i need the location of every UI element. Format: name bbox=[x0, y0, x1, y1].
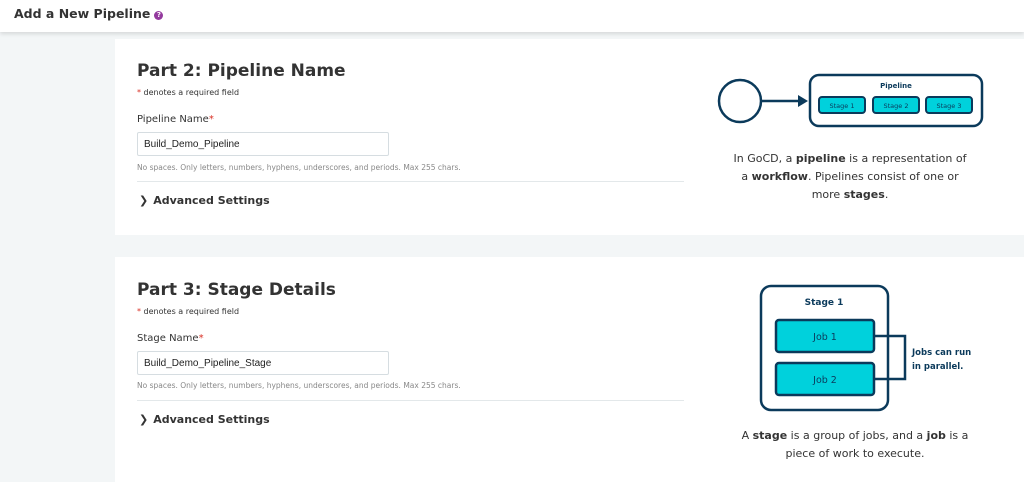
side-note-line1: Jobs can run bbox=[911, 348, 971, 358]
desc-bold: job bbox=[926, 429, 946, 442]
section-title: Part 3: Stage Details bbox=[137, 280, 336, 300]
stage-box-label: Stage 1 bbox=[830, 102, 855, 110]
stage-box-label: Stage 1 bbox=[805, 298, 844, 308]
side-note-line2: in parallel. bbox=[912, 362, 963, 372]
desc-text: In GoCD, a bbox=[733, 152, 796, 165]
advanced-settings-toggle[interactable]: ❯ Advanced Settings bbox=[139, 194, 270, 207]
desc-bold: workflow bbox=[751, 170, 808, 183]
stage-details-section: Part 3: Stage Details * denotes a requir… bbox=[115, 257, 1024, 482]
required-note: * denotes a required field bbox=[137, 307, 239, 316]
desc-bold: stages bbox=[843, 188, 885, 201]
required-star: * bbox=[198, 333, 204, 344]
section-title: Part 2: Pipeline Name bbox=[137, 61, 346, 81]
material-circle-icon bbox=[717, 78, 763, 124]
chevron-right-icon: ❯ bbox=[139, 413, 149, 426]
required-star: * bbox=[137, 88, 141, 97]
stage-description: A stage is a group of jobs, and a job is… bbox=[735, 427, 975, 463]
desc-text: A bbox=[741, 429, 753, 442]
pipeline-name-label: Pipeline Name* bbox=[137, 114, 214, 125]
pipeline-name-input[interactable] bbox=[137, 132, 389, 156]
job-box-label: Job 2 bbox=[812, 375, 837, 386]
stage-box-label: Stage 2 bbox=[884, 102, 909, 110]
advanced-settings-label: Advanced Settings bbox=[153, 194, 270, 207]
page-title: Add a New Pipeline? bbox=[14, 6, 164, 21]
required-note: * denotes a required field bbox=[137, 88, 239, 97]
divider bbox=[137, 400, 684, 401]
required-note-text: denotes a required field bbox=[143, 307, 240, 316]
required-note-text: denotes a required field bbox=[143, 88, 240, 97]
stage-name-label: Stage Name* bbox=[137, 333, 204, 344]
required-star: * bbox=[137, 307, 141, 316]
help-icon[interactable]: ? bbox=[154, 11, 164, 20]
advanced-settings-toggle[interactable]: ❯ Advanced Settings bbox=[139, 413, 270, 426]
pipeline-box-label: Pipeline bbox=[880, 82, 912, 90]
stage-name-input[interactable] bbox=[137, 351, 389, 375]
arrow-head-icon bbox=[798, 95, 808, 107]
stage-name-help: No spaces. Only letters, numbers, hyphen… bbox=[137, 381, 461, 390]
stage-box-label: Stage 3 bbox=[937, 102, 962, 110]
pipeline-name-help: No spaces. Only letters, numbers, hyphen… bbox=[137, 163, 461, 172]
desc-bold: stage bbox=[752, 429, 788, 442]
stage-diagram: Stage 1 Job 1 Job 2 Jobs can run in para… bbox=[759, 284, 971, 412]
page-header: Add a New Pipeline? bbox=[0, 0, 1024, 32]
pipeline-diagram: Pipeline Stage 1 Stage 2 Stage 3 bbox=[717, 73, 984, 128]
pipeline-name-section: Part 2: Pipeline Name * denotes a requir… bbox=[115, 39, 1024, 235]
page-title-text: Add a New Pipeline bbox=[14, 6, 151, 21]
pipeline-name-label-text: Pipeline Name bbox=[137, 114, 209, 125]
job-box-label: Job 1 bbox=[812, 332, 837, 343]
desc-bold: pipeline bbox=[795, 152, 846, 165]
stage-name-label-text: Stage Name bbox=[137, 333, 199, 344]
divider bbox=[137, 181, 684, 182]
desc-text: . bbox=[884, 188, 889, 201]
pipeline-description: In GoCD, a pipeline is a representation … bbox=[733, 150, 967, 204]
required-star: * bbox=[208, 114, 214, 125]
advanced-settings-label: Advanced Settings bbox=[153, 413, 270, 426]
desc-text: is a group of jobs, and a bbox=[787, 429, 927, 442]
chevron-right-icon: ❯ bbox=[139, 194, 149, 207]
